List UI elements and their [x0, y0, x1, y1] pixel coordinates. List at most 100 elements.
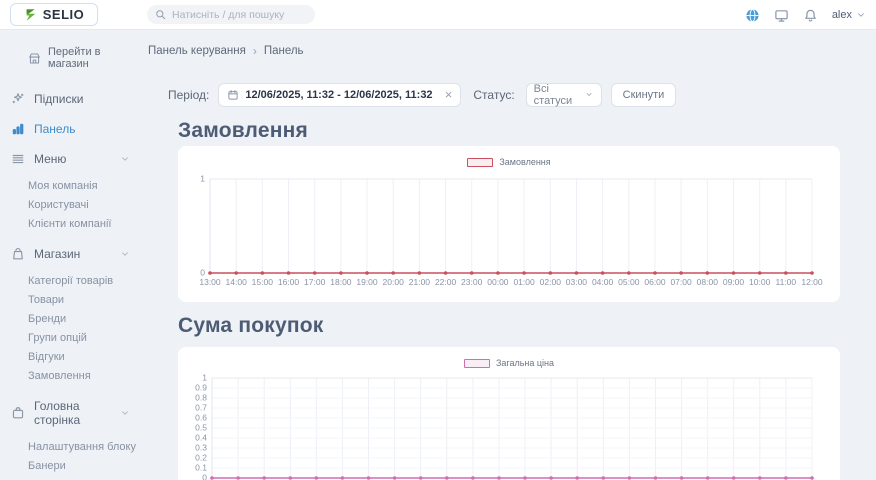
sidebar: Перейти в магазин Підписки Панель Меню Моя … — [0, 30, 140, 480]
breadcrumb-item-dashboard[interactable]: Панель керування — [148, 45, 246, 57]
svg-text:14:00: 14:00 — [226, 277, 248, 287]
svg-text:06:00: 06:00 — [644, 277, 666, 287]
status-label: Статус: — [473, 88, 514, 102]
purchases-line-chart: 10.90.80.70.60.50.40.30.20.1013:0014:001… — [186, 371, 832, 480]
chevron-down-icon — [856, 10, 866, 20]
filter-bar: Період: × Статус: Всі статуси Скинути — [168, 82, 876, 107]
sidebar-subitem[interactable]: Товари — [28, 290, 140, 309]
sidebar-subitem[interactable]: Замовлення — [28, 366, 140, 385]
orders-line-chart: 1013:0014:0015:0016:0017:0018:0019:0020:… — [186, 170, 832, 289]
chevron-down-icon — [120, 249, 130, 259]
orders-chart-title: Замовлення — [178, 119, 876, 143]
sidebar-subitem[interactable]: Бренди — [28, 309, 140, 328]
svg-text:11:00: 11:00 — [775, 277, 796, 287]
sidebar-subitem[interactable]: Налаштування блоку — [28, 437, 140, 456]
bell-icon[interactable] — [803, 7, 819, 23]
go-to-store-label: Перейти в магазин — [48, 46, 140, 70]
logo-icon — [24, 8, 38, 22]
svg-text:15:00: 15:00 — [252, 277, 274, 287]
svg-text:22:00: 22:00 — [435, 277, 457, 287]
chevron-down-icon — [120, 154, 130, 164]
logo[interactable]: SELIO — [10, 3, 98, 26]
display-icon[interactable] — [774, 7, 790, 23]
bag-icon — [11, 247, 25, 261]
sparkles-icon — [11, 92, 25, 106]
sidebar-nav: Підписки Панель Меню Моя компаніяКористувач… — [0, 84, 140, 480]
search-icon — [155, 9, 166, 20]
legend-label: Загальна ціна — [496, 358, 554, 368]
sidebar-submenu: Категорії товарівТовариБрендиГрупи опцій… — [0, 269, 140, 391]
go-to-store-link[interactable]: Перейти в магазин — [28, 46, 140, 70]
breadcrumb-separator: › — [253, 44, 257, 58]
chart-icon — [11, 122, 25, 136]
sidebar-subitem[interactable]: Клієнти компанії — [28, 214, 140, 233]
search-box[interactable] — [147, 5, 315, 24]
svg-text:05:00: 05:00 — [618, 277, 640, 287]
sidebar-subitem[interactable]: Сторінки — [28, 475, 140, 480]
svg-text:0.8: 0.8 — [195, 393, 207, 403]
svg-text:0.5: 0.5 — [195, 423, 207, 433]
svg-text:21:00: 21:00 — [409, 277, 431, 287]
chevron-down-icon — [585, 90, 593, 99]
svg-text:16:00: 16:00 — [278, 277, 300, 287]
svg-text:02:00: 02:00 — [540, 277, 562, 287]
sidebar-subitem[interactable]: Категорії товарів — [28, 271, 140, 290]
svg-text:1: 1 — [200, 174, 205, 184]
breadcrumb: Панель керування › Панель — [148, 44, 876, 58]
purchases-chart-title: Сума покупок — [178, 314, 876, 338]
svg-text:03:00: 03:00 — [566, 277, 588, 287]
list-icon — [11, 152, 25, 166]
sidebar-item-label: Панель — [34, 122, 130, 136]
sidebar-subitem[interactable]: Банери — [28, 456, 140, 475]
svg-text:07:00: 07:00 — [670, 277, 692, 287]
case-icon — [11, 406, 25, 420]
globe-icon[interactable] — [745, 7, 761, 23]
user-menu[interactable]: alex — [832, 9, 866, 21]
period-value-input[interactable] — [245, 89, 438, 101]
legend-swatch — [464, 359, 490, 368]
reset-button[interactable]: Скинути — [611, 83, 677, 107]
sidebar-subitem[interactable]: Моя компанія — [28, 176, 140, 195]
sidebar-item-label: Підписки — [34, 92, 130, 106]
svg-text:0.2: 0.2 — [195, 453, 207, 463]
svg-text:0: 0 — [202, 473, 207, 480]
svg-text:0.4: 0.4 — [195, 433, 207, 443]
status-select[interactable]: Всі статуси — [526, 83, 602, 107]
svg-text:01:00: 01:00 — [513, 277, 535, 287]
svg-text:0.6: 0.6 — [195, 413, 207, 423]
top-header: SELIO alex — [0, 0, 876, 30]
search-input[interactable] — [172, 9, 302, 21]
status-select-value: Всі статуси — [534, 83, 586, 107]
sidebar-subitem[interactable]: Групи опцій — [28, 328, 140, 347]
calendar-icon — [227, 89, 239, 101]
sidebar-submenu: Налаштування блокуБанериСторінкиНовини/Б… — [0, 435, 140, 480]
sidebar-item-label: Магазин — [34, 247, 111, 261]
storefront-icon — [28, 52, 41, 65]
sidebar-subitem[interactable]: Відгуки — [28, 347, 140, 366]
svg-text:12:00: 12:00 — [801, 277, 823, 287]
sidebar-item-3[interactable]: Магазин — [0, 239, 140, 269]
svg-text:17:00: 17:00 — [304, 277, 326, 287]
sidebar-item-label: Меню — [34, 152, 111, 166]
sidebar-item-2[interactable]: Меню — [0, 144, 140, 174]
clear-period-icon[interactable]: × — [445, 88, 453, 101]
svg-text:18:00: 18:00 — [330, 277, 352, 287]
svg-text:0.3: 0.3 — [195, 443, 207, 453]
sidebar-submenu: Моя компаніяКористувачіКлієнти компанії — [0, 174, 140, 239]
svg-text:20:00: 20:00 — [383, 277, 405, 287]
chart-legend: Загальна ціна — [186, 355, 832, 371]
sidebar-item-4[interactable]: Головна сторінка — [0, 391, 140, 435]
svg-text:23:00: 23:00 — [461, 277, 483, 287]
sidebar-item-0[interactable]: Підписки — [0, 84, 140, 114]
sidebar-item-1[interactable]: Панель — [0, 114, 140, 144]
svg-text:0.1: 0.1 — [195, 463, 207, 473]
svg-text:09:00: 09:00 — [723, 277, 745, 287]
breadcrumb-item-panel[interactable]: Панель — [264, 45, 304, 57]
svg-text:08:00: 08:00 — [697, 277, 719, 287]
period-range-input[interactable]: × — [218, 83, 461, 107]
period-label: Період: — [168, 88, 209, 102]
chart-legend: Замовлення — [186, 154, 832, 170]
purchases-chart-card: Загальна ціна 10.90.80.70.60.50.40.30.20… — [178, 347, 840, 480]
main-content: Панель керування › Панель Період: × Стат… — [140, 30, 876, 480]
sidebar-subitem[interactable]: Користувачі — [28, 195, 140, 214]
